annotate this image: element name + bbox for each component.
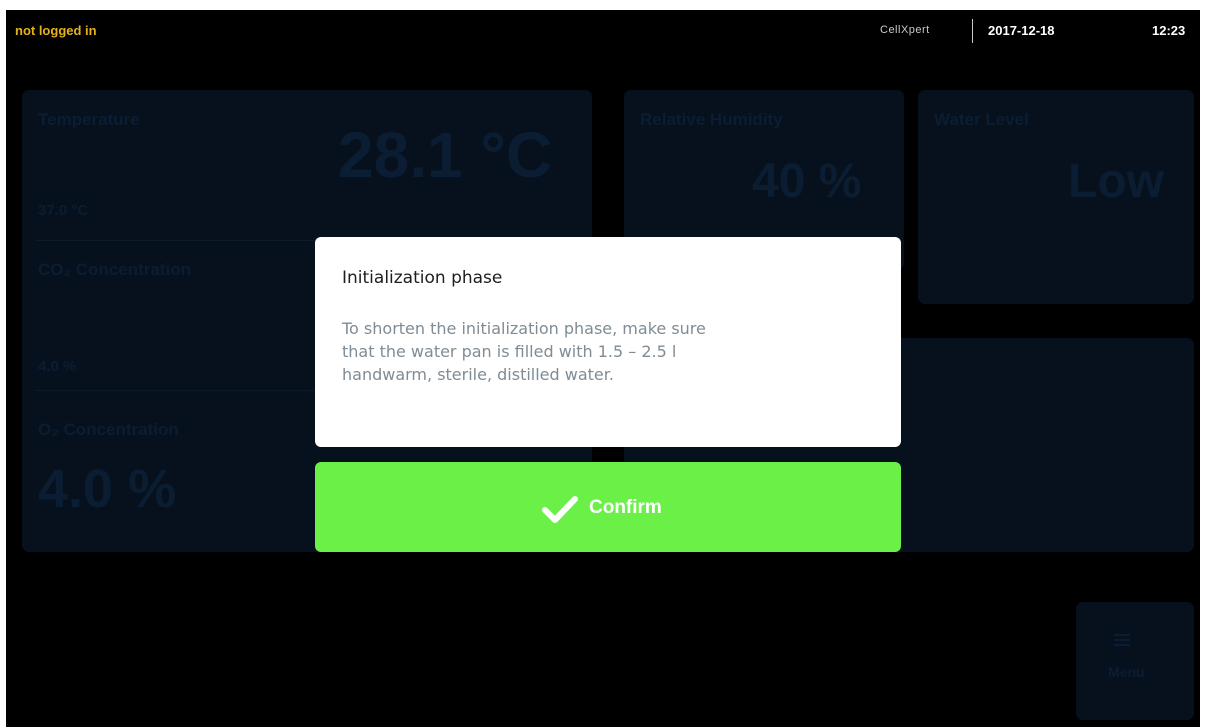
login-status[interactable]: not logged in <box>15 23 97 38</box>
temperature-setpoint: 37.0 °C <box>38 202 89 219</box>
dialog-message: To shorten the initialization phase, mak… <box>342 317 882 386</box>
dialog-message-line: To shorten the initialization phase, mak… <box>342 319 706 338</box>
check-icon <box>542 496 578 523</box>
humidity-label: Relative Humidity <box>640 110 783 129</box>
tile-water-level[interactable]: Water Level Low <box>918 90 1194 304</box>
confirm-button[interactable]: Confirm <box>315 462 901 552</box>
temperature-value: 28.1 °C <box>338 119 553 191</box>
status-bar: not logged in CellXpert 2017-12-18 12:23 <box>6 10 1200 56</box>
device-screen: not logged in CellXpert 2017-12-18 12:23… <box>6 10 1200 727</box>
co2-setpoint: 4.0 % <box>38 358 77 375</box>
brand-name: CellXpert <box>880 24 930 36</box>
dialog-message-line: that the water pan is filled with 1.5 – … <box>342 342 677 361</box>
status-divider <box>972 19 973 43</box>
o2-label: O₂ Concentration <box>38 420 179 439</box>
humidity-value: 40 % <box>752 155 862 208</box>
co2-label: CO₂ Concentration <box>38 260 191 279</box>
time-display: 12:23 <box>1152 23 1186 38</box>
water-level-label: Water Level <box>934 110 1029 129</box>
confirm-label: Confirm <box>589 497 662 518</box>
date-display: 2017-12-18 <box>988 23 1055 38</box>
initialization-dialog: Initialization phase To shorten the init… <box>315 237 901 447</box>
menu-label: Menu <box>1108 664 1145 680</box>
water-level-value: Low <box>1068 155 1164 208</box>
menu-button[interactable]: Menu <box>1076 602 1194 720</box>
o2-value: 4.0 % <box>38 459 177 519</box>
menu-icon <box>1114 634 1130 646</box>
dialog-message-line: handwarm, sterile, distilled water. <box>342 365 614 384</box>
tile-divider <box>36 390 316 391</box>
temperature-label: Temperature <box>38 110 140 129</box>
dialog-title: Initialization phase <box>342 268 503 288</box>
